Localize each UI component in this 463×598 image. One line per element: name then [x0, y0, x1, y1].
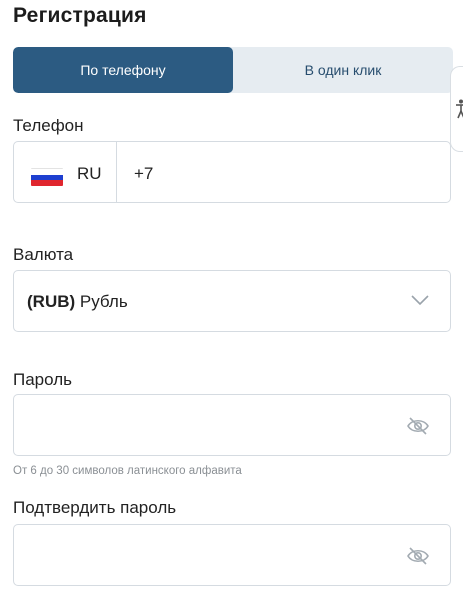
password-field[interactable]	[13, 394, 451, 456]
password-hint: От 6 до 30 символов латинского алфавита	[13, 465, 242, 477]
country-selector[interactable]: RU	[14, 142, 117, 202]
eye-off-icon[interactable]	[406, 416, 430, 436]
accessibility-button[interactable]	[450, 66, 463, 152]
phone-input[interactable]: +7	[134, 164, 153, 184]
country-code: RU	[77, 164, 102, 183]
eye-off-icon[interactable]	[406, 546, 430, 566]
accessibility-icon	[456, 99, 463, 119]
confirm-password-field[interactable]	[13, 524, 451, 586]
tab-one-click[interactable]: В один клик	[233, 47, 453, 93]
currency-code: (RUB)	[27, 292, 76, 311]
currency-select[interactable]: (RUB) Рубль	[13, 270, 451, 332]
tab-by-phone[interactable]: По телефону	[13, 47, 233, 93]
registration-method-tabs: По телефону В один клик	[13, 47, 453, 93]
currency-label: Валюта	[13, 245, 74, 264]
chevron-down-icon	[411, 295, 429, 306]
currency-name: Рубль	[79, 292, 128, 311]
password-label: Пароль	[13, 370, 72, 389]
phone-label: Телефон	[13, 116, 84, 135]
confirm-password-label: Подтвердить пароль	[13, 498, 177, 517]
currency-value: (RUB) Рубль	[27, 292, 128, 312]
page-title: Регистрация	[13, 4, 147, 27]
russia-flag-icon	[31, 168, 63, 186]
phone-field: RU +7	[13, 141, 451, 203]
